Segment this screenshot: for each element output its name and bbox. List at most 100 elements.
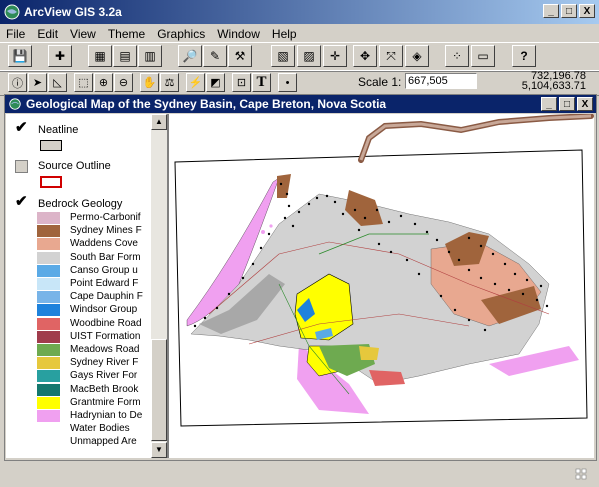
legend-label: Sydney River F xyxy=(70,357,139,369)
theme-neatline[interactable]: ✔ Neatline xyxy=(6,120,151,152)
legend-class[interactable]: Water Bodies xyxy=(37,423,151,436)
legend-swatch xyxy=(37,410,60,422)
map-sydney-river xyxy=(359,346,379,360)
clear-selection-button[interactable]: ▭ xyxy=(471,45,495,67)
theme-neatline-checkbox[interactable]: ✔ xyxy=(15,120,28,135)
zoom-out-fixed-button[interactable]: ⤧ xyxy=(379,45,403,67)
select-by-theme-icon: ⁘ xyxy=(451,49,463,63)
theme-source-outline-checkbox[interactable]: · xyxy=(15,160,28,173)
select-by-theme-button[interactable]: ⁘ xyxy=(445,45,469,67)
legend-label: Gays River For xyxy=(70,370,138,382)
legend-class[interactable]: Point Edward F xyxy=(37,278,151,291)
view-minimize-button[interactable]: _ xyxy=(541,97,557,111)
legend-swatch xyxy=(37,396,60,409)
add-theme-button[interactable]: ✚ xyxy=(48,45,72,67)
minimize-button[interactable]: _ xyxy=(543,4,559,18)
legend-label: Point Edward F xyxy=(70,278,139,289)
theme-bedrock-geology[interactable]: ✔ Bedrock Geology Permo-Carbonif Sydney M… xyxy=(6,194,151,456)
menu-window[interactable]: Window xyxy=(211,25,266,43)
zoom-previous-button[interactable]: ◈ xyxy=(405,45,429,67)
legend-class[interactable]: Sydney River F xyxy=(37,357,151,370)
scroll-up-button[interactable]: ▲ xyxy=(151,114,167,130)
view-globe-icon xyxy=(9,98,21,110)
menu-graphics[interactable]: Graphics xyxy=(151,25,211,43)
toc-scrollbar[interactable]: ▲ ▼ xyxy=(151,114,167,458)
legend-class[interactable]: Cape Dauphin F xyxy=(37,291,151,304)
locate-address-button[interactable]: ✎ xyxy=(203,45,227,67)
legend-class[interactable]: MacBeth Brook xyxy=(37,383,151,397)
measure-tool-icon: ⚖ xyxy=(164,77,175,89)
scroll-down-button[interactable]: ▼ xyxy=(151,442,167,458)
identify-tool[interactable]: ⓘ xyxy=(8,73,27,92)
zoom-in-tool[interactable]: ⊕ xyxy=(94,73,113,92)
view-close-button[interactable]: X xyxy=(577,97,593,111)
legend-class[interactable]: Grantmire Form xyxy=(37,396,151,410)
scale-label: Scale 1: xyxy=(358,75,402,89)
legend-class[interactable]: Permo-Carbonif xyxy=(37,212,151,225)
vertex-edit-tool[interactable]: ◺ xyxy=(48,73,67,92)
zoom-in-fixed-button[interactable]: ✥ xyxy=(353,45,377,67)
zoom-to-themes-button[interactable]: ▨ xyxy=(297,45,321,67)
menu-theme[interactable]: Theme xyxy=(102,25,151,43)
menu-edit[interactable]: Edit xyxy=(31,25,64,43)
coordinate-y: 5,104,633.71 xyxy=(521,80,586,92)
menu-view[interactable]: View xyxy=(64,25,102,43)
select-feature-tool[interactable]: ⬚ xyxy=(74,73,93,92)
edit-legend-button[interactable]: ▤ xyxy=(113,45,137,67)
open-table-button[interactable]: ▥ xyxy=(138,45,162,67)
legend-swatch xyxy=(37,304,60,317)
view-restore-button[interactable]: □ xyxy=(559,97,575,111)
pan-tool[interactable]: ✋ xyxy=(140,73,159,92)
view-title-bar[interactable]: Geological Map of the Sydney Basin, Cape… xyxy=(5,95,596,113)
map-display[interactable] xyxy=(169,114,594,458)
measure-tool[interactable]: ⚖ xyxy=(160,73,179,92)
hotlink-tool[interactable]: ⚡ xyxy=(186,73,205,92)
scroll-thumb[interactable] xyxy=(151,339,167,441)
theme-bedrock-geology-name: Bedrock Geology xyxy=(38,198,123,210)
legend-class[interactable]: Gays River For xyxy=(37,370,151,383)
status-bar xyxy=(0,460,599,487)
theme-bedrock-geology-checkbox[interactable]: ✔ xyxy=(15,194,28,209)
legend-class[interactable]: Waddens Cove xyxy=(37,238,151,251)
theme-source-outline[interactable]: · Source Outline xyxy=(6,158,151,188)
query-builder-button[interactable]: ⚒ xyxy=(228,45,252,67)
legend-class[interactable]: Canso Group u xyxy=(37,264,151,278)
maximize-button[interactable]: □ xyxy=(561,4,577,18)
zoom-to-full-extent-button[interactable]: ▧ xyxy=(271,45,295,67)
legend-class[interactable]: Windsor Group xyxy=(37,304,151,317)
legend-label: Hadrynian to De xyxy=(70,410,143,421)
resize-grip-icon[interactable] xyxy=(575,468,587,480)
legend-swatch xyxy=(37,357,60,370)
geology-map[interactable] xyxy=(169,114,594,458)
zoom-previous-icon: ◈ xyxy=(412,49,422,63)
add-theme-icon: ✚ xyxy=(54,49,66,63)
area-of-interest-tool[interactable]: ◩ xyxy=(206,73,225,92)
legend-class[interactable]: Meadows Road xyxy=(37,344,151,357)
zoom-out-fixed-icon: ⤧ xyxy=(386,48,396,63)
help-button[interactable]: ? xyxy=(512,45,536,67)
menu-file[interactable]: File xyxy=(0,25,31,43)
label-tool[interactable]: ⊡ xyxy=(232,73,251,92)
save-button[interactable]: 💾 xyxy=(8,45,32,67)
draw-point-tool[interactable]: • xyxy=(278,73,297,92)
scale-input[interactable]: 667,505 xyxy=(405,73,477,89)
vertex-edit-tool-icon: ◺ xyxy=(53,77,62,89)
legend-class[interactable]: Hadrynian to De xyxy=(37,410,151,423)
clear-selection-icon: ▭ xyxy=(477,49,489,63)
close-button[interactable]: X xyxy=(579,4,595,18)
neatline-symbol xyxy=(40,140,62,151)
menu-help[interactable]: Help xyxy=(266,25,303,43)
map-island-1 xyxy=(261,230,265,234)
pointer-tool[interactable]: ➤ xyxy=(28,73,47,92)
legend-class[interactable]: UIST Formation xyxy=(37,330,151,344)
legend-class[interactable]: Unmapped Are xyxy=(37,436,151,449)
zoom-to-selected-button[interactable]: ✛ xyxy=(323,45,347,67)
legend-class[interactable]: Woodbine Road xyxy=(37,317,151,331)
zoom-out-tool[interactable]: ⊖ xyxy=(114,73,133,92)
text-tool[interactable]: T xyxy=(252,73,271,92)
app-title-bar[interactable]: ArcView GIS 3.2a _ □ X xyxy=(0,0,599,24)
theme-properties-button[interactable]: ▦ xyxy=(88,45,112,67)
legend-class[interactable]: South Bar Form xyxy=(37,251,151,265)
legend-class[interactable]: Sydney Mines F xyxy=(37,225,151,238)
find-button[interactable]: 🔎 xyxy=(178,45,202,67)
